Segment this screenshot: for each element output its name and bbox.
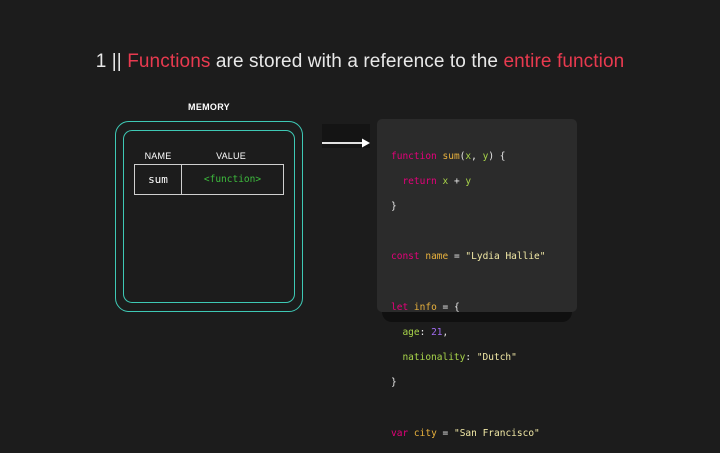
memory-column-name: NAME — [144, 151, 172, 161]
memory-cell-value: <function> — [203, 174, 262, 185]
code-token: function — [391, 150, 437, 162]
code-token: nationality — [402, 352, 466, 364]
code-token: name — [425, 251, 449, 263]
code-token: const — [391, 251, 420, 263]
title-highlight-entire-function: entire function — [503, 51, 625, 72]
code-token: return — [402, 175, 437, 187]
code-token: = { — [436, 301, 460, 313]
code-token: "Dutch" — [476, 352, 517, 364]
code-token: + — [448, 175, 466, 187]
code-token: ) { — [488, 150, 506, 162]
code-line-3: } — [391, 201, 545, 214]
code-token: : — [419, 326, 432, 338]
title-prefix: 1 || — [95, 51, 128, 72]
code-line-8: age: 21, — [391, 327, 545, 340]
memory-row: sum <function> — [134, 164, 284, 195]
code-line-9: nationality: "Dutch" — [391, 352, 545, 365]
code-token: = — [448, 251, 466, 263]
code-token: var — [391, 427, 409, 439]
memory-label: MEMORY — [188, 102, 230, 112]
code-token: 21 — [431, 326, 443, 338]
title-middle: are stored with a reference to the — [210, 51, 504, 72]
code-line-2: return x + y — [391, 176, 545, 189]
title-highlight-functions: Functions — [127, 51, 211, 72]
code-line-5: const name = "Lydia Hallie" — [391, 251, 545, 264]
memory-cell-name: sum — [135, 165, 182, 194]
code-token: let — [391, 301, 409, 313]
code-token: "San Francisco" — [453, 427, 540, 439]
code-line-7: let info = { — [391, 302, 545, 315]
code-line-10: } — [391, 377, 545, 390]
code-token: } — [391, 377, 397, 389]
code-token: city — [413, 427, 437, 439]
code-token: y — [465, 175, 472, 187]
code-block: function sum(x, y) { return x + y } cons… — [391, 138, 545, 453]
code-token: : — [465, 352, 477, 364]
code-token: = — [436, 427, 454, 439]
code-token: sum — [442, 150, 460, 162]
code-token: "Lydia Hallie" — [465, 251, 546, 263]
memory-column-value: VALUE — [216, 151, 246, 161]
code-token: , — [442, 326, 449, 338]
slide-title: 1 || Functions are stored with a referen… — [0, 51, 720, 73]
code-line-12: var city = "San Francisco" — [391, 428, 545, 441]
arrow-right-icon — [322, 138, 370, 148]
code-token: age — [402, 326, 420, 338]
code-token: , — [471, 150, 483, 162]
code-token: } — [391, 200, 397, 212]
code-line-1: function sum(x, y) { — [391, 151, 545, 164]
code-token: info — [413, 301, 437, 313]
